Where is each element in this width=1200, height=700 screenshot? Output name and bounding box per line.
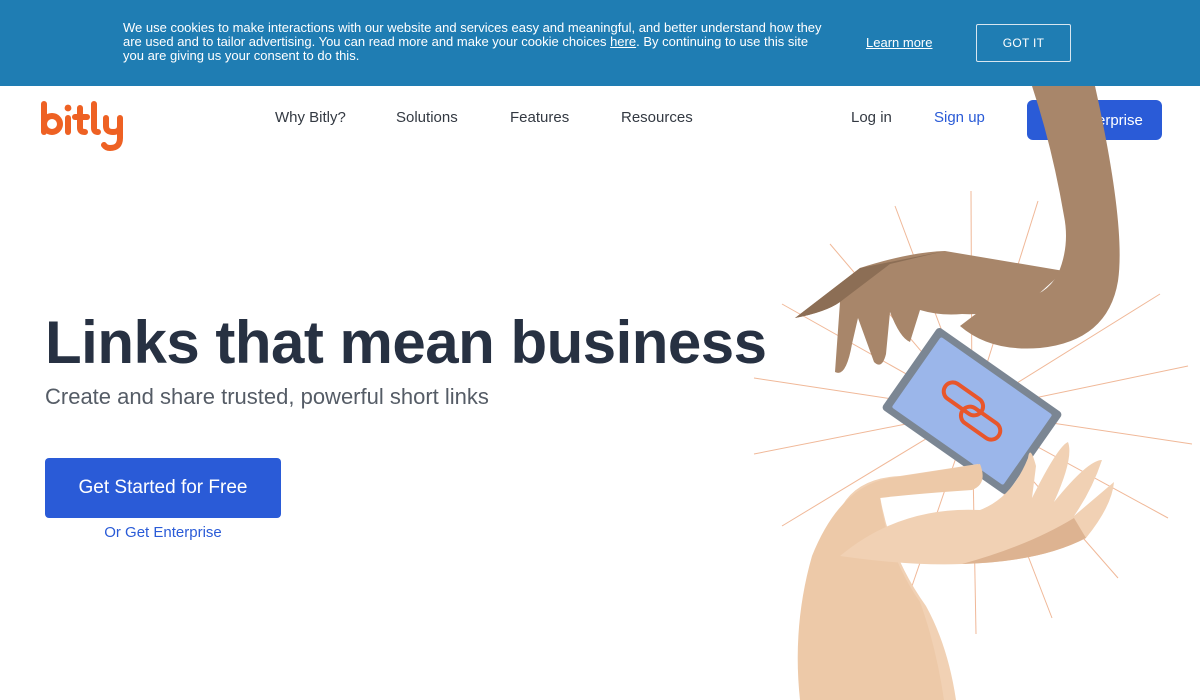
nav-resources[interactable]: Resources bbox=[621, 109, 693, 126]
cookie-here-link[interactable]: here bbox=[610, 34, 636, 49]
nav-solutions[interactable]: Solutions bbox=[396, 109, 458, 126]
hands-passing-phone-with-link-icon bbox=[753, 86, 1193, 700]
get-enterprise-link[interactable]: Or Get Enterprise bbox=[45, 524, 281, 541]
learn-more-link[interactable]: Learn more bbox=[866, 35, 932, 50]
nav-features[interactable]: Features bbox=[510, 109, 569, 126]
cookie-message: We use cookies to make interactions with… bbox=[123, 21, 828, 63]
hero-subtitle: Create and share trusted, powerful short… bbox=[45, 384, 489, 409]
hero-title: Links that mean business bbox=[45, 309, 767, 376]
cookie-banner: We use cookies to make interactions with… bbox=[0, 0, 1200, 86]
bitly-logo[interactable] bbox=[40, 98, 140, 156]
get-started-button[interactable]: Get Started for Free bbox=[45, 458, 281, 518]
got-it-button[interactable]: GOT IT bbox=[976, 24, 1071, 62]
nav-why-bitly[interactable]: Why Bitly? bbox=[275, 109, 346, 126]
